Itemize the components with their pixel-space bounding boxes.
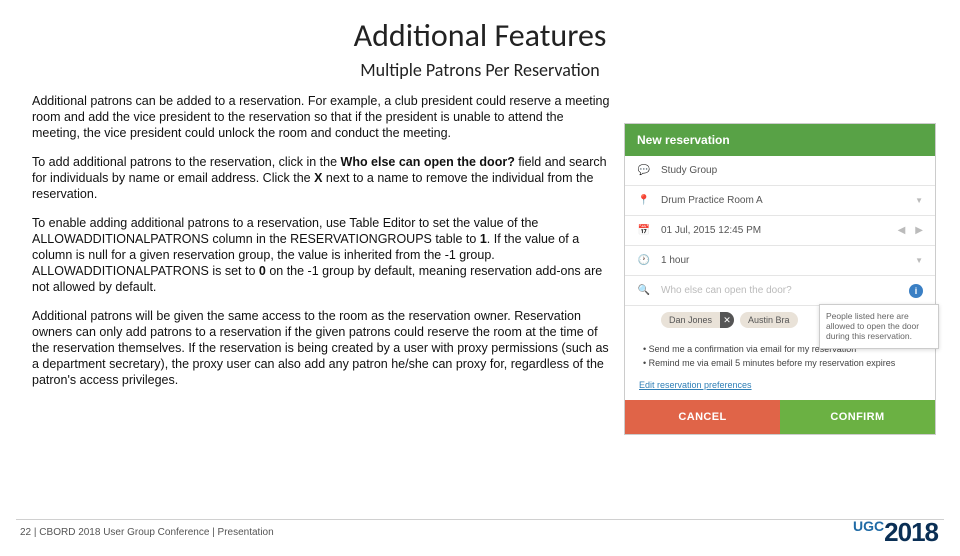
duration-value: 1 hour — [661, 255, 905, 266]
logo-year: 2018 — [884, 517, 938, 547]
clock-icon: 🕐 — [637, 255, 651, 266]
patron-name-1: Dan Jones — [661, 312, 720, 328]
footer-text: 22 | CBORD 2018 User Group Conference | … — [20, 527, 274, 538]
footer-sep: | — [34, 527, 37, 538]
p2-bold-1: Who else can open the door? — [341, 155, 515, 169]
subject-row[interactable]: 💬 Study Group — [625, 156, 935, 186]
next-icon[interactable]: ▶ — [915, 225, 923, 236]
tag-row: Dan Jones ✕ Austin Bra People listed her… — [625, 306, 935, 338]
logo-ugc: UGC — [853, 518, 884, 534]
edit-preferences-link[interactable]: Edit reservation preferences — [625, 376, 935, 400]
p3-bold-1: 1 — [480, 232, 487, 246]
page-title: Additional Features — [0, 16, 960, 55]
page-subtitle: Multiple Patrons Per Reservation — [0, 59, 960, 81]
pin-icon: 📍 — [637, 195, 651, 206]
room-value: Drum Practice Room A — [661, 195, 905, 206]
chevron-down-icon[interactable]: ▼ — [915, 196, 923, 205]
search-icon: 🔍 — [637, 285, 651, 296]
reservation-panel: New reservation 💬 Study Group 📍 Drum Pra… — [624, 123, 936, 435]
info-tooltip: People listed here are allowed to open t… — [819, 304, 939, 349]
paragraph-1: Additional patrons can be added to a res… — [32, 93, 612, 141]
paragraph-3: To enable adding additional patrons to a… — [32, 215, 612, 295]
paragraph-4: Additional patrons will be given the sam… — [32, 308, 612, 388]
panel-header: New reservation — [625, 124, 935, 156]
who-row[interactable]: 🔍 Who else can open the door? i — [625, 276, 935, 306]
prev-icon[interactable]: ◀ — [898, 225, 906, 236]
datetime-value: 01 Jul, 2015 12:45 PM — [661, 225, 888, 236]
chat-icon: 💬 — [637, 165, 651, 176]
paragraph-2: To add additional patrons to the reserva… — [32, 154, 612, 202]
screenshot-column: New reservation 💬 Study Group 📍 Drum Pra… — [624, 93, 936, 435]
room-row[interactable]: 📍 Drum Practice Room A ▼ — [625, 186, 935, 216]
confirm-button[interactable]: CONFIRM — [780, 400, 935, 434]
footer-label: CBORD 2018 User Group Conference | Prese… — [39, 527, 273, 538]
p2-part-a: To add additional patrons to the reserva… — [32, 155, 341, 169]
check-reminder[interactable]: • Remind me via email 5 minutes before m… — [643, 358, 923, 368]
p3-part-a: To enable adding additional patrons to a… — [32, 216, 538, 246]
cancel-button[interactable]: CANCEL — [625, 400, 780, 434]
patron-tag-1: Dan Jones ✕ — [661, 312, 734, 328]
patron-tag-2: Austin Bra — [740, 312, 798, 328]
check2-label: Remind me via email 5 minutes before my … — [649, 358, 896, 368]
text-column: Additional patrons can be added to a res… — [32, 93, 612, 435]
calendar-icon: 📅 — [637, 225, 651, 236]
chevron-down-icon[interactable]: ▼ — [915, 256, 923, 265]
page-number: 22 — [20, 527, 31, 538]
subject-value: Study Group — [661, 165, 923, 176]
patron-name-2: Austin Bra — [740, 312, 798, 328]
remove-patron-1[interactable]: ✕ — [720, 312, 734, 328]
footer-logo: UGC2018 — [853, 517, 938, 548]
who-placeholder: Who else can open the door? — [661, 285, 899, 296]
footer-divider — [16, 519, 944, 520]
button-row: CANCEL CONFIRM — [625, 400, 935, 434]
datetime-row[interactable]: 📅 01 Jul, 2015 12:45 PM ◀ ▶ — [625, 216, 935, 246]
duration-row[interactable]: 🕐 1 hour ▼ — [625, 246, 935, 276]
info-icon[interactable]: i — [909, 284, 923, 298]
p3-bold-2: 0 — [259, 264, 266, 278]
content-area: Additional patrons can be added to a res… — [0, 81, 960, 435]
